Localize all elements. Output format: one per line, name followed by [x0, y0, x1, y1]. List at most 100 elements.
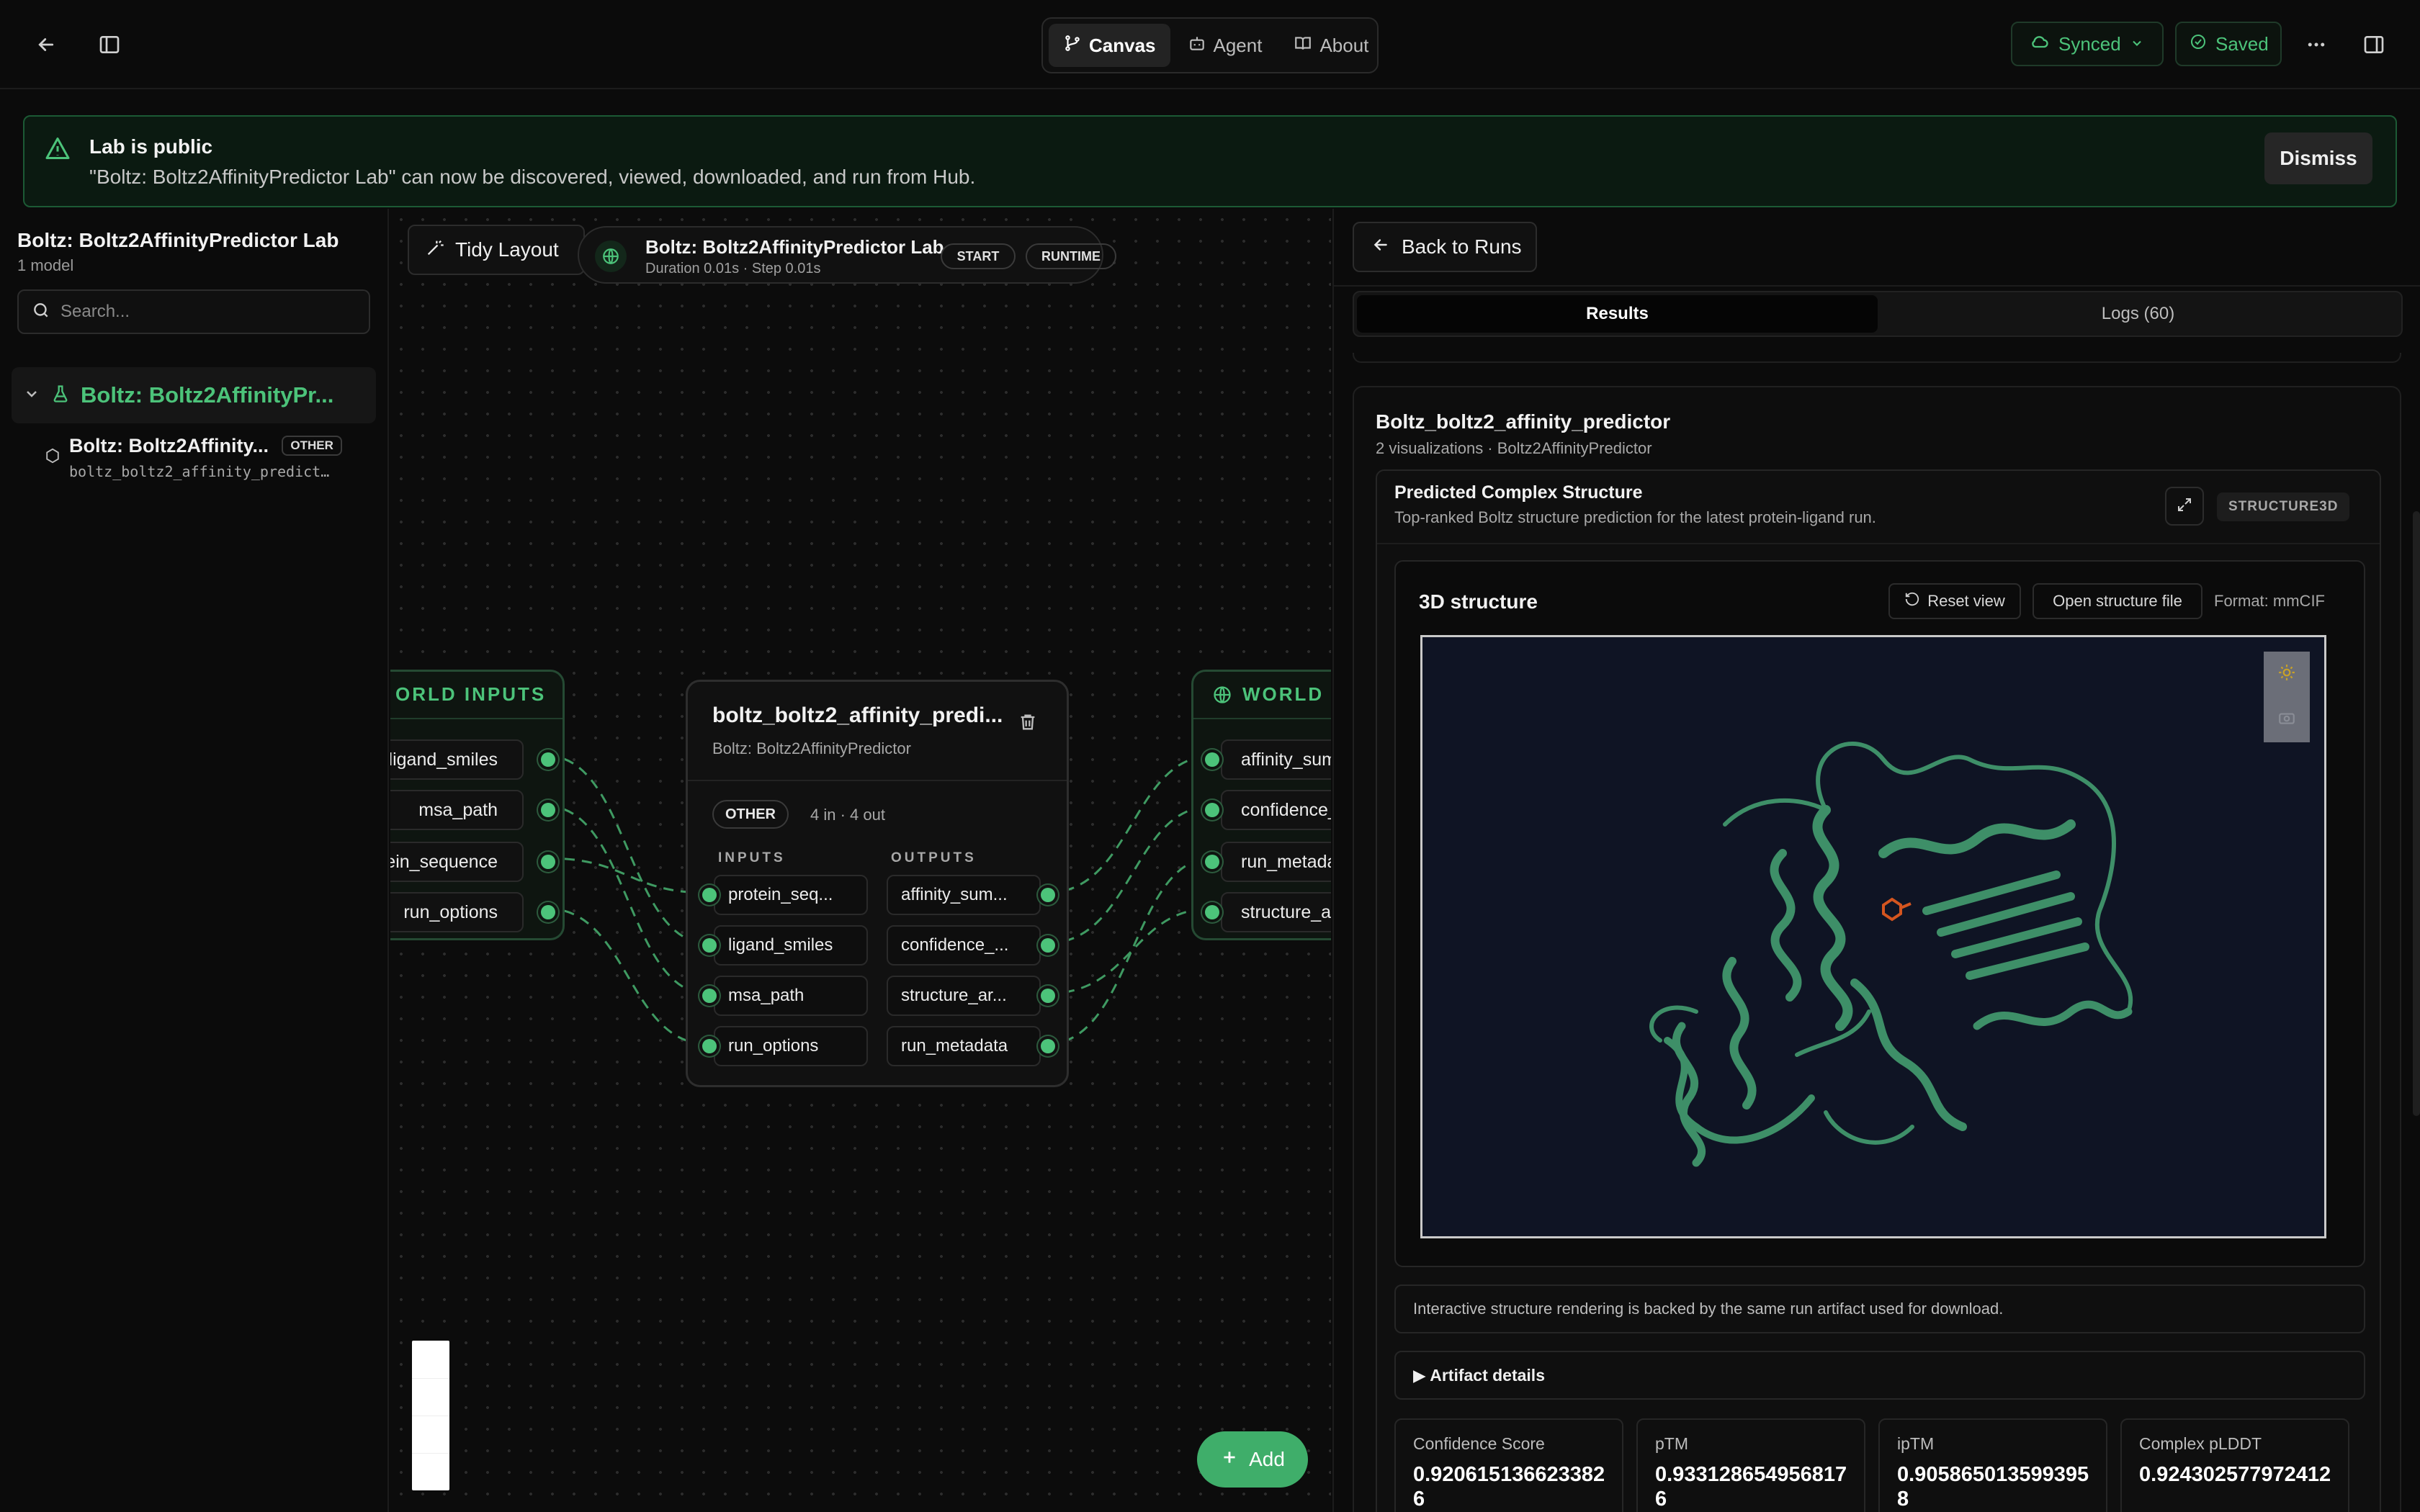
banner-title: Lab is public: [89, 135, 213, 158]
synced-dropdown[interactable]: Synced: [2011, 22, 2164, 66]
handle-world-confidence[interactable]: [1205, 803, 1219, 817]
tree-group-lab[interactable]: Boltz: Boltz2AffinityPr...: [12, 367, 376, 423]
ligand-render: [1882, 897, 1912, 922]
world-inputs-title: ORLD INPUTS: [395, 683, 547, 705]
model-output-affinity-summary[interactable]: affinity_sum...: [887, 875, 1041, 915]
structure-3d-viewer[interactable]: [1420, 635, 2326, 1238]
add-label: Add: [1249, 1448, 1285, 1470]
tidy-layout-label: Tidy Layout: [455, 238, 559, 261]
right-panel-toggle-icon[interactable]: [2351, 22, 2397, 68]
handle-in-msa-path[interactable]: [702, 989, 717, 1003]
reset-view-button[interactable]: Reset view: [1888, 583, 2021, 619]
output-port-structure-artifact[interactable]: structure_a: [1221, 892, 1331, 932]
handle-world-affinity[interactable]: [1205, 752, 1219, 767]
lab-model-count: 1 model: [17, 256, 74, 274]
fit-view-icon[interactable]: [412, 1453, 449, 1454]
search-input[interactable]: [60, 302, 349, 322]
input-port-protein-sequence[interactable]: otein_sequence: [390, 842, 524, 882]
viewer-toolbar[interactable]: [2264, 652, 2310, 742]
input-port-msa-path[interactable]: msa_path: [390, 790, 524, 830]
camera-icon[interactable]: [2277, 708, 2296, 731]
handle-world-metadata[interactable]: [1205, 855, 1219, 869]
flask-icon: [50, 384, 71, 408]
handle-run-options[interactable]: [541, 905, 555, 919]
handle-out-confidence[interactable]: [1041, 938, 1055, 953]
model-output-structure-artifact[interactable]: structure_ar...: [887, 976, 1041, 1016]
dismiss-button[interactable]: Dismiss: [2264, 132, 2372, 184]
input-port-run-options[interactable]: run_options: [390, 892, 524, 932]
more-options-icon[interactable]: [2293, 22, 2339, 68]
edge-msa: [547, 805, 708, 995]
visualization-title: Predicted Complex Structure: [1394, 482, 1643, 503]
model-node-divider: [688, 780, 1067, 781]
workflow-canvas[interactable]: Tidy Layout Boltz: Boltz2AffinityPredict…: [390, 209, 1331, 1512]
model-output-run-metadata[interactable]: run_metadata: [887, 1026, 1041, 1066]
helix-g: [1973, 1000, 2133, 1030]
handle-msa-path[interactable]: [541, 803, 555, 817]
start-tag: START: [941, 243, 1016, 269]
handle-out-affinity-summary[interactable]: [1041, 888, 1055, 902]
protein-ribbon-render: [1649, 741, 2133, 1167]
metric-ptm: pTM 0.9331286549568176: [1636, 1418, 1865, 1512]
handle-in-ligand-smiles[interactable]: [702, 938, 717, 953]
tree-item-model[interactable]: Boltz: Boltz2Affinity... OTHER boltz_bol…: [69, 435, 400, 480]
metric-confidence-score: Confidence Score 0.9206151366233826: [1394, 1418, 1623, 1512]
artifact-details-toggle[interactable]: ▶ Artifact details: [1394, 1351, 2365, 1400]
canvas-controls[interactable]: [412, 1341, 449, 1490]
run-meta: Duration 0.01s · Step 0.01s: [645, 261, 821, 276]
sun-icon[interactable]: [2277, 663, 2296, 685]
model-input-run-options[interactable]: run_options: [714, 1026, 868, 1066]
panel-scrollbar[interactable]: [2413, 511, 2420, 1116]
cloud-icon: [2030, 32, 2050, 57]
arrow-left-icon: [1371, 235, 1390, 259]
synced-label: Synced: [2058, 32, 2121, 55]
bot-icon: [1188, 34, 1206, 58]
output-port-affinity-summary[interactable]: affinity_sum: [1221, 739, 1331, 780]
search-box[interactable]: [17, 289, 370, 334]
output-port-run-metadata[interactable]: run_metada: [1221, 842, 1331, 882]
add-button[interactable]: Add: [1197, 1431, 1308, 1488]
handle-in-run-options[interactable]: [702, 1039, 717, 1053]
expand-button[interactable]: [2165, 487, 2204, 526]
result-tabs: Results Logs (60): [1353, 291, 2403, 337]
tab-agent[interactable]: Agent: [1173, 24, 1277, 67]
tree-item-id: boltz_boltz2_affinity_predict…: [69, 463, 330, 480]
tab-canvas[interactable]: Canvas: [1049, 24, 1170, 67]
back-arrow-icon[interactable]: [23, 22, 69, 68]
trash-icon[interactable]: [1018, 712, 1038, 736]
open-structure-file-button[interactable]: Open structure file: [2033, 583, 2202, 619]
handle-ligand-smiles[interactable]: [541, 752, 555, 767]
chevron-down-icon[interactable]: [23, 385, 40, 406]
world-outputs-header: WORLD O: [1193, 672, 1331, 719]
handle-out-run-metadata[interactable]: [1041, 1039, 1055, 1053]
model-input-protein-sequence[interactable]: protein_seq...: [714, 875, 868, 915]
run-status-pill[interactable]: Boltz: Boltz2AffinityPredictor Lab Durat…: [578, 226, 1116, 284]
tidy-layout-button[interactable]: Tidy Layout: [408, 225, 585, 275]
zoom-in-icon[interactable]: [412, 1378, 449, 1379]
input-port-ligand-smiles[interactable]: ligand_smiles: [390, 739, 524, 780]
world-inputs-node[interactable]: ORLD INPUTS ligand_smiles msa_path otein…: [390, 670, 565, 940]
check-circle-icon: [2190, 33, 2207, 55]
tab-about[interactable]: About: [1279, 24, 1383, 67]
structure-card: 3D structure Reset view Open structure f…: [1394, 560, 2365, 1267]
model-node[interactable]: boltz_boltz2_affinity_predi... Boltz: Bo…: [686, 680, 1069, 1087]
model-input-ligand-smiles[interactable]: ligand_smiles: [714, 925, 868, 966]
expand-icon: [2176, 496, 2193, 517]
model-output-confidence[interactable]: confidence_...: [887, 925, 1041, 966]
visualization-type-tag: STRUCTURE3D: [2217, 492, 2350, 521]
handle-out-structure-artifact[interactable]: [1041, 989, 1055, 1003]
world-outputs-node[interactable]: WORLD O affinity_sum confidence_ run_met…: [1191, 670, 1331, 940]
tab-logs[interactable]: Logs (60): [1878, 295, 2398, 333]
runtime-tag: RUNTIME: [1026, 243, 1116, 269]
tree-item-name: Boltz: Boltz2Affinity...: [69, 435, 269, 456]
back-to-runs-button[interactable]: Back to Runs: [1353, 222, 1537, 272]
sidebar-toggle-icon[interactable]: [86, 22, 133, 68]
output-port-confidence[interactable]: confidence_: [1221, 790, 1331, 830]
handle-protein-sequence[interactable]: [541, 855, 555, 869]
view-tabs: Canvas Agent About: [1041, 17, 1379, 73]
metric-label: Confidence Score: [1413, 1434, 1545, 1453]
model-input-msa-path[interactable]: msa_path: [714, 976, 868, 1016]
tab-results[interactable]: Results: [1357, 295, 1878, 333]
handle-in-protein-sequence[interactable]: [702, 888, 717, 902]
handle-world-structure[interactable]: [1205, 905, 1219, 919]
